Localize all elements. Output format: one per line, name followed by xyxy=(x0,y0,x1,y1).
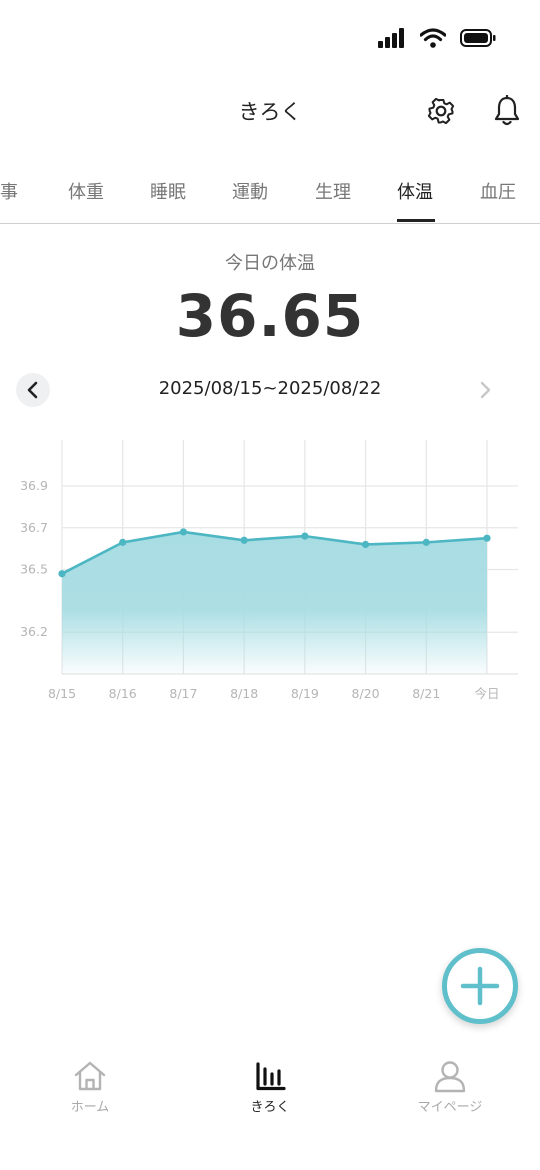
tab-blood-pressure[interactable]: 血圧 xyxy=(480,178,516,204)
series-area xyxy=(62,531,487,674)
category-tabs: 食事 体重 睡眠 運動 生理 体温 血圧 xyxy=(0,170,540,224)
date-range: 2025/08/15~2025/08/22 xyxy=(158,378,382,399)
app-header: きろく xyxy=(0,80,540,142)
x-tick-label: 8/16 xyxy=(109,686,137,701)
tab-meal[interactable]: 食事 xyxy=(0,178,18,204)
temperature-chart: 36.9 36.7 36.5 36.2 8/15 8/16 8/17 8/18 8/19 8/20… xyxy=(20,440,518,701)
data-point[interactable] xyxy=(422,538,430,546)
nav-mypage-label: マイページ xyxy=(417,1100,483,1115)
x-tick-label: 今日 xyxy=(474,686,499,701)
add-record-button[interactable] xyxy=(442,948,518,1024)
y-tick-label: 36.7 xyxy=(20,520,48,535)
y-tick-label: 36.5 xyxy=(20,562,48,577)
y-tick-label: 36.9 xyxy=(20,478,48,493)
data-point[interactable] xyxy=(361,540,370,549)
bottom-navigation: ホーム きろく マイページ xyxy=(0,1040,540,1170)
next-week-button[interactable] xyxy=(470,373,500,407)
data-point[interactable] xyxy=(179,528,188,536)
x-tick-label: 8/17 xyxy=(169,686,197,701)
tab-body-temperature[interactable]: 体温 xyxy=(397,178,433,204)
nav-record[interactable]: きろく xyxy=(210,1058,330,1115)
data-point[interactable] xyxy=(483,534,491,542)
nav-home[interactable]: ホーム xyxy=(30,1058,150,1115)
data-point[interactable] xyxy=(119,538,127,546)
today-temperature-value: 36.65 xyxy=(175,282,365,350)
today-temperature-label: 今日の体温 xyxy=(225,253,315,274)
nav-mypage[interactable]: マイページ xyxy=(390,1058,510,1115)
active-tab-indicator xyxy=(397,219,435,222)
chart-bars-icon xyxy=(256,1062,286,1091)
signal-icon xyxy=(378,28,404,48)
x-tick-label: 8/19 xyxy=(291,686,319,701)
home-icon xyxy=(74,1061,106,1091)
nav-home-label: ホーム xyxy=(70,1100,110,1115)
notification-button[interactable] xyxy=(490,94,524,128)
status-bar xyxy=(0,0,540,80)
data-point[interactable] xyxy=(58,570,66,578)
data-point[interactable] xyxy=(301,532,309,540)
battery-icon xyxy=(460,29,496,47)
tab-sleep[interactable]: 睡眠 xyxy=(150,178,186,204)
page-title: きろく xyxy=(238,100,302,124)
x-tick-label: 8/20 xyxy=(352,686,380,701)
wifi-icon xyxy=(420,28,446,48)
x-tick-label: 8/18 xyxy=(230,686,258,701)
settings-button[interactable] xyxy=(424,94,458,128)
x-tick-label: 8/15 xyxy=(48,686,76,701)
person-icon xyxy=(434,1061,466,1093)
tab-exercise[interactable]: 運動 xyxy=(232,178,268,204)
tab-menstruation[interactable]: 生理 xyxy=(315,178,351,204)
gear-icon xyxy=(426,96,455,125)
bell-icon xyxy=(494,95,520,126)
y-tick-label: 36.2 xyxy=(20,624,48,639)
tab-weight[interactable]: 体重 xyxy=(68,178,104,204)
x-tick-label: 8/21 xyxy=(412,686,440,701)
data-point[interactable] xyxy=(240,536,248,544)
plus-icon xyxy=(460,966,500,1006)
nav-record-label: きろく xyxy=(250,1100,290,1115)
chevron-right-icon xyxy=(480,381,491,399)
